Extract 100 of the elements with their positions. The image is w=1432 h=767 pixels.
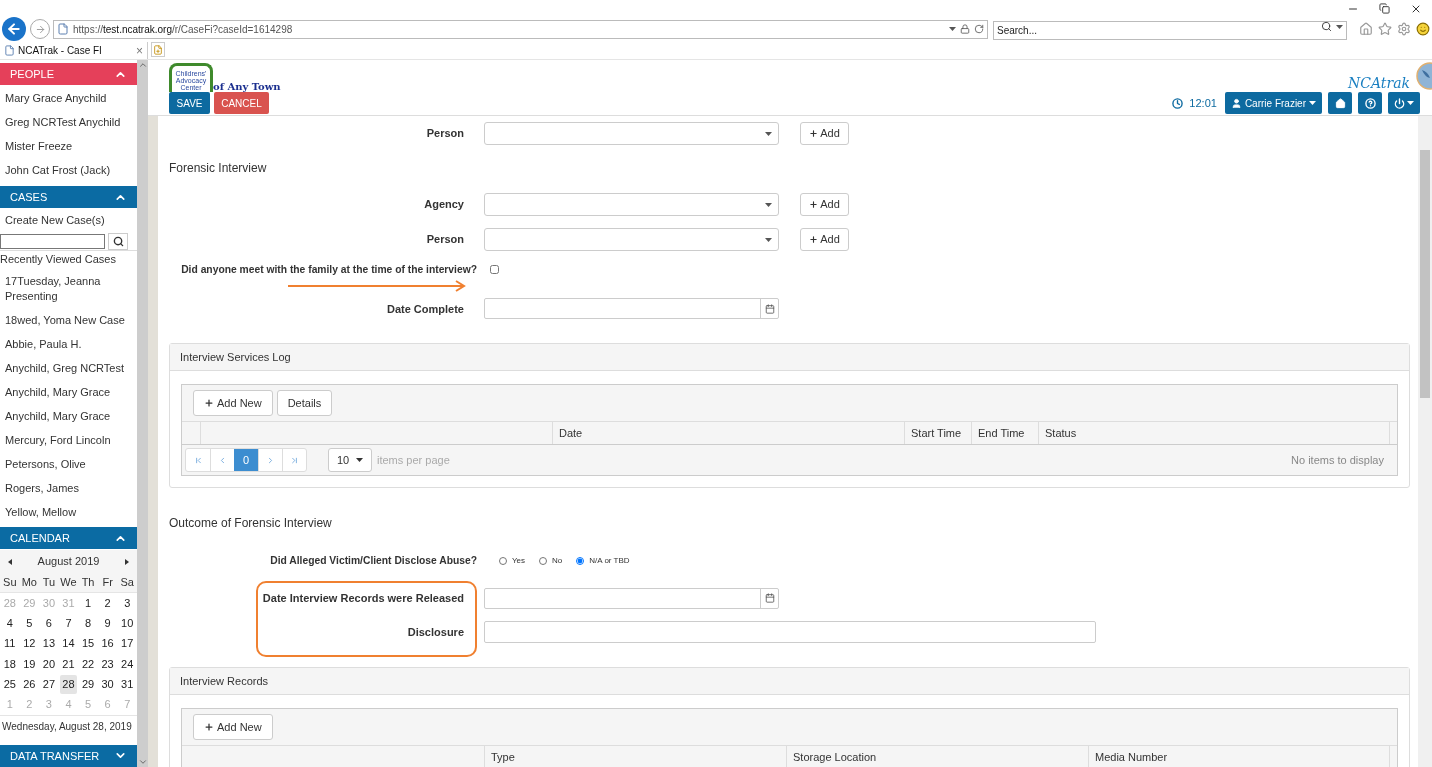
calendar-day[interactable]: 23 (98, 654, 117, 674)
restore-icon[interactable] (1379, 3, 1390, 14)
calendar-day[interactable]: 12 (20, 634, 39, 654)
sidebar-item[interactable]: Mary Grace Anychild (0, 86, 137, 110)
scroll-up-icon[interactable] (137, 60, 148, 70)
close-icon[interactable] (1410, 3, 1422, 15)
add-new-button[interactable]: Add New (193, 713, 273, 740)
scroll-down-icon[interactable] (137, 757, 148, 767)
section-label: Recently Viewed Cases (0, 252, 117, 267)
calendar-day[interactable]: 6 (40, 613, 58, 633)
add-button[interactable]: Add (800, 122, 849, 145)
select-field[interactable] (484, 193, 779, 216)
search-icon (112, 235, 124, 247)
calendar-day[interactable]: 25 (1, 674, 19, 694)
select-field[interactable] (484, 122, 779, 145)
field-label: Person (425, 232, 464, 248)
sidebar-item[interactable]: Anychild, Mary Grace (0, 380, 137, 404)
sidebar-item[interactable]: 18wed, Yoma New Case (0, 308, 137, 332)
panel-header[interactable]: CALENDAR (0, 527, 137, 549)
panel-header[interactable]: CASES (0, 186, 137, 208)
text-field[interactable] (484, 620, 1096, 643)
calendar-day[interactable]: 11 (1, 634, 19, 654)
calendar-day[interactable]: 15 (79, 634, 97, 654)
page-button[interactable]: 0 (234, 449, 258, 472)
calendar-day[interactable]: 7 (59, 613, 78, 633)
user-menu-button[interactable]: Carrie Frazier (1224, 92, 1322, 114)
calendar-day[interactable]: 27 (40, 674, 58, 694)
sidebar-item[interactable]: John Cat Frost (Jack) (0, 158, 137, 182)
sidebar-item[interactable]: Create New Case(s) (0, 208, 137, 232)
calendar-day[interactable]: 4 (1, 613, 19, 633)
calendar-day[interactable]: 21 (59, 654, 78, 674)
sidebar-item[interactable]: Anychild, Mary Grace (0, 404, 137, 428)
refresh-icon[interactable] (974, 24, 984, 34)
field-label: Person (425, 126, 464, 142)
add-button[interactable]: Add (800, 228, 849, 251)
panel-header[interactable]: DATA TRANSFER (0, 744, 137, 767)
sidebar-item[interactable]: Abbie, Paula H. (0, 332, 137, 356)
plus-icon (204, 398, 214, 409)
next-month-button[interactable] (123, 557, 131, 566)
sidebar-item[interactable]: Anychild, Greg NCRTest (0, 356, 137, 380)
home-button[interactable] (1328, 92, 1352, 114)
home-icon[interactable] (1359, 22, 1373, 36)
settings-icon[interactable] (1397, 22, 1411, 36)
calendar-day[interactable]: 5 (20, 613, 39, 633)
radio-button[interactable] (539, 557, 548, 566)
save-button[interactable]: SAVE (169, 92, 210, 114)
smiley-icon[interactable] (1416, 22, 1430, 36)
calendar-day[interactable]: 30 (98, 674, 117, 694)
calendar-day[interactable]: 3 (118, 593, 136, 613)
sidebar-item[interactable]: Mercury, Ford Lincoln (0, 428, 137, 452)
calendar-day[interactable]: 9 (98, 613, 117, 633)
tab-close-button[interactable]: × (136, 44, 143, 57)
sidebar-item[interactable]: Yellow, Mellow (0, 500, 137, 524)
cancel-button[interactable]: CANCEL (214, 92, 269, 114)
case-search-field[interactable] (0, 233, 105, 249)
search-button[interactable] (108, 232, 128, 250)
date-field[interactable] (484, 587, 779, 609)
calendar-day[interactable]: 26 (20, 674, 39, 694)
calendar-day[interactable]: 16 (98, 634, 117, 654)
sidebar-item[interactable]: Mister Freeze (0, 134, 137, 158)
calendar-day[interactable]: 1 (79, 593, 97, 613)
sidebar-item[interactable]: Rogers, James (0, 476, 137, 500)
add-button[interactable]: Add (800, 193, 849, 216)
power-icon (1394, 97, 1405, 109)
previous-month-button[interactable] (6, 557, 14, 566)
search-field[interactable]: Search... (993, 21, 1347, 40)
sidebar-item[interactable]: Petersons, Olive (0, 452, 137, 476)
checkbox[interactable] (490, 265, 499, 275)
radio-button[interactable] (499, 557, 507, 566)
calendar-day[interactable]: 29 (79, 674, 97, 694)
calendar-day[interactable]: 2 (98, 593, 117, 613)
star-icon[interactable] (1378, 22, 1392, 36)
new-tab-button[interactable] (151, 42, 165, 57)
calendar-day[interactable]: 31 (118, 674, 136, 694)
page-icon (57, 23, 69, 35)
panel-header[interactable]: PEOPLE (0, 63, 137, 85)
power-menu-button[interactable] (1388, 92, 1420, 114)
page-size-select[interactable]: 10 (328, 448, 372, 473)
sidebar-item[interactable]: 17Tuesday, Jeanna Presenting (0, 269, 137, 308)
calendar-day[interactable]: 22 (79, 654, 97, 674)
calendar-day[interactable]: 17 (118, 634, 136, 654)
details-button[interactable]: Details (276, 390, 333, 417)
calendar-day[interactable]: 28 (59, 674, 78, 694)
calendar-day[interactable]: 14 (59, 634, 78, 654)
calendar-day[interactable]: 10 (118, 613, 136, 633)
address-field[interactable]: https://test.ncatrak.org/r/CaseFi?caseId=1614298 (53, 19, 988, 39)
calendar-day[interactable]: 24 (118, 654, 136, 674)
help-button[interactable] (1358, 92, 1382, 114)
radio-button[interactable] (576, 557, 585, 566)
date-field[interactable] (484, 298, 779, 320)
calendar-day[interactable]: 20 (40, 654, 58, 674)
add-new-button[interactable]: Add New (193, 390, 273, 417)
select-field[interactable] (484, 228, 779, 251)
calendar-day[interactable]: 19 (20, 654, 39, 674)
sidebar-item[interactable]: Greg NCRTest Anychild (0, 110, 137, 134)
calendar-day[interactable]: 8 (79, 613, 97, 633)
calendar-day[interactable]: 13 (40, 634, 58, 654)
caret-icon (1407, 101, 1414, 105)
back-button[interactable] (2, 17, 26, 41)
calendar-day[interactable]: 18 (1, 654, 19, 674)
